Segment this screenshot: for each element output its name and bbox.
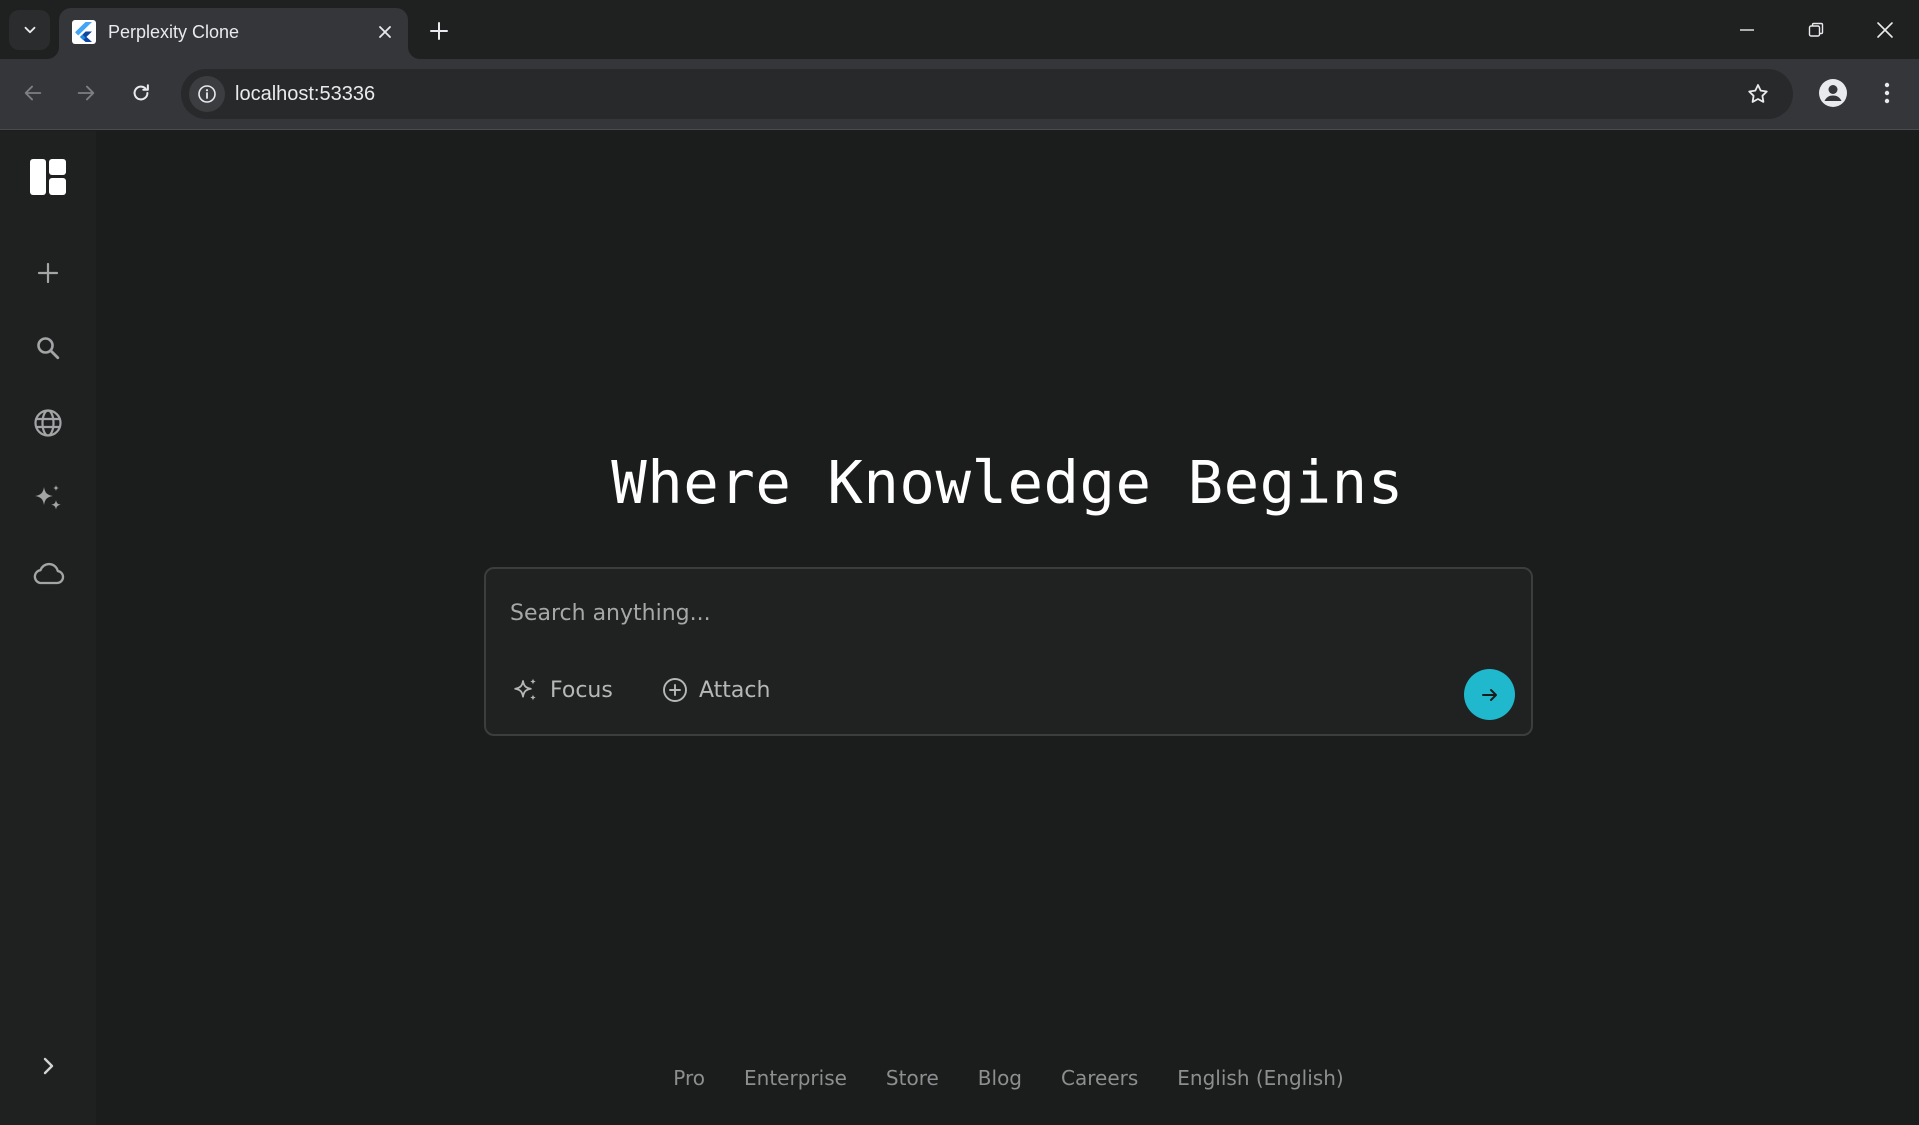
address-url[interactable]: localhost:53336 — [235, 83, 375, 106]
footer-link-careers[interactable]: Careers — [1059, 1066, 1138, 1090]
sidebar-spaces-button[interactable] — [29, 480, 67, 518]
arrow-right-icon — [75, 82, 97, 104]
forward-button[interactable] — [68, 75, 104, 111]
hero-title: Where Knowledge Begins — [611, 448, 1404, 517]
minimize-icon — [1739, 22, 1755, 38]
sidebar-search-button[interactable] — [29, 329, 67, 367]
flutter-favicon-icon — [72, 20, 96, 44]
focus-button[interactable]: Focus — [512, 673, 613, 707]
sparkles-icon — [512, 676, 540, 704]
sidebar-library-button[interactable] — [29, 555, 67, 593]
attach-button[interactable]: Attach — [661, 673, 770, 707]
plus-icon — [429, 21, 449, 41]
plus-circle-icon — [661, 676, 689, 704]
plus-icon — [36, 261, 60, 285]
more-vertical-icon — [1884, 82, 1890, 104]
new-tab-button[interactable] — [423, 15, 455, 47]
footer-link-store[interactable]: Store — [884, 1066, 939, 1090]
tab-title: Perplexity Clone — [108, 22, 240, 42]
browser-tab-strip: Perplexity Clone — [0, 0, 1919, 59]
footer-link-enterprise[interactable]: Enterprise — [742, 1066, 847, 1090]
search-input[interactable] — [510, 593, 1410, 633]
focus-label: Focus — [550, 677, 613, 703]
search-box: Focus Attach — [484, 567, 1533, 736]
footer-links: Pro Enterprise Store Blog Careers Englis… — [96, 1066, 1919, 1090]
app-sidebar — [0, 131, 96, 1125]
arrow-left-icon — [22, 82, 44, 104]
chevron-right-icon — [40, 1056, 56, 1076]
logo-icon[interactable] — [30, 159, 66, 195]
footer-link-pro[interactable]: Pro — [671, 1066, 705, 1090]
sidebar-discover-button[interactable] — [29, 404, 67, 442]
sparkles-icon — [32, 483, 64, 515]
profile-button[interactable] — [1816, 76, 1850, 110]
close-icon[interactable] — [374, 21, 396, 43]
minimize-button[interactable] — [1725, 8, 1769, 52]
bookmark-star-icon[interactable] — [1745, 81, 1771, 107]
close-icon — [1876, 21, 1894, 39]
sidebar-new-thread-button[interactable] — [29, 254, 67, 292]
chevron-down-icon — [21, 21, 39, 39]
arrow-right-icon — [1480, 685, 1500, 705]
browser-toolbar: localhost:53336 — [0, 59, 1919, 130]
main-content: Where Knowledge Begins Focus Attach Pro … — [96, 131, 1919, 1125]
back-button[interactable] — [15, 75, 51, 111]
footer-link-blog[interactable]: Blog — [976, 1066, 1022, 1090]
close-window-button[interactable] — [1863, 8, 1907, 52]
globe-icon — [33, 408, 63, 438]
browser-menu-button[interactable] — [1872, 76, 1902, 110]
profile-icon — [1818, 78, 1848, 108]
sidebar-expand-button[interactable] — [35, 1053, 61, 1079]
restore-button[interactable] — [1794, 8, 1838, 52]
footer-link-language[interactable]: English (English) — [1175, 1066, 1343, 1090]
cloud-icon — [31, 561, 65, 587]
attach-label: Attach — [699, 677, 771, 703]
submit-search-button[interactable] — [1464, 669, 1515, 720]
reload-icon — [130, 82, 152, 104]
tab-search-button[interactable] — [9, 10, 50, 50]
restore-icon — [1808, 22, 1824, 38]
search-icon — [35, 335, 61, 361]
reload-button[interactable] — [123, 75, 159, 111]
browser-tab[interactable]: Perplexity Clone — [59, 8, 408, 59]
site-info-icon[interactable] — [189, 76, 225, 112]
address-bar[interactable]: localhost:53336 — [181, 69, 1793, 119]
